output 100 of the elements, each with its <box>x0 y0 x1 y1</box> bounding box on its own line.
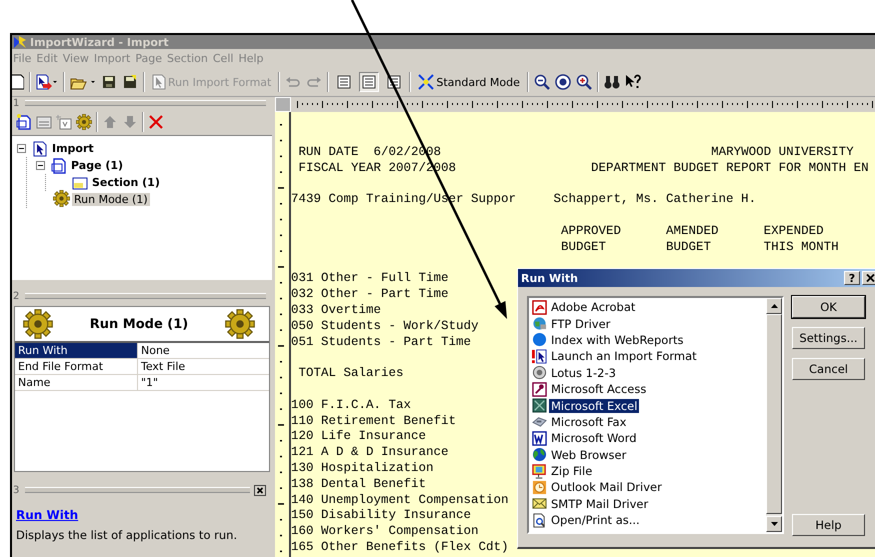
tree-item[interactable]: Import <box>50 142 96 155</box>
property-value[interactable]: "1" <box>138 375 269 390</box>
panel-title: Run Mode (1) <box>90 316 188 332</box>
gear-icon <box>225 309 255 339</box>
report-line: 051 Students - Part Time <box>291 334 472 350</box>
report-text: MARYWOOD UNIVERSITY <box>711 145 854 161</box>
panel-number: 3 <box>13 484 20 496</box>
property-name[interactable]: Run With <box>15 343 138 358</box>
column-heading: BUDGET <box>561 240 606 256</box>
dialog-button[interactable]: Help <box>792 514 865 536</box>
view-button[interactable] <box>359 72 380 92</box>
tree-item[interactable]: Run Mode (1) <box>72 193 150 206</box>
tree-item[interactable]: Section (1) <box>90 176 162 189</box>
report-line: 121 A D & D Insurance <box>291 445 449 461</box>
list-item[interactable]: Web Browser <box>549 448 628 462</box>
report-title: DEPARTMENT BUDGET REPORT FOR MONTH EN <box>591 160 869 177</box>
globe-icon <box>532 447 547 462</box>
dialog-title: Run With <box>521 272 579 284</box>
list-item[interactable]: Index with WebReports <box>549 332 686 347</box>
list-item[interactable]: Adobe Acrobat <box>549 300 638 314</box>
property-value[interactable]: None <box>138 343 269 358</box>
cell-icon[interactable] <box>56 114 72 130</box>
document-arrow-icon <box>32 140 48 156</box>
globe-icon <box>532 316 547 332</box>
gear-icon <box>76 114 92 130</box>
scroll-up-icon[interactable] <box>766 298 782 314</box>
close-icon[interactable] <box>254 484 266 496</box>
dialog-button[interactable]: OK <box>792 296 865 318</box>
report-total: TOTAL Salaries <box>298 366 404 382</box>
import-dropdown-icon[interactable] <box>36 74 58 90</box>
panel-number: 1 <box>13 98 20 108</box>
application-list[interactable] <box>527 296 784 534</box>
property-name[interactable]: Name <box>15 375 138 390</box>
report-line: 110 Retirement Benefit <box>291 414 456 430</box>
report-line: 033 Overtime <box>291 302 382 319</box>
list-item[interactable]: Outlook Mail Driver <box>549 480 664 494</box>
property-name[interactable]: End File Format <box>15 359 138 374</box>
arrows-icon <box>418 74 434 90</box>
document-pointer-icon <box>152 74 166 90</box>
list-item[interactable]: Launch an Import Format <box>549 349 699 364</box>
column-heading: EXPENDED <box>764 224 824 240</box>
delete-icon[interactable] <box>148 114 164 130</box>
list-item[interactable]: Microsoft Fax <box>549 414 628 429</box>
column-heading: APPROVED <box>561 224 622 240</box>
report-line: 165 Other Benefits (Flex Cdt) <box>291 540 509 556</box>
list-item[interactable]: Microsoft Excel <box>549 398 640 413</box>
column-heading: AMENDED <box>666 224 719 240</box>
zoom-actual-icon[interactable] <box>554 74 571 90</box>
collapse-icon[interactable] <box>17 144 26 153</box>
save-icon[interactable] <box>101 74 117 90</box>
list-item[interactable]: Open/Print as... <box>549 513 642 528</box>
dot-icon <box>532 332 547 348</box>
zoom-in-icon[interactable] <box>576 74 592 90</box>
report-text: Schappert, Ms. Catherine H. <box>554 192 756 208</box>
report-line: 140 Unemployment Compensation <box>291 492 509 508</box>
panel-number: 2 <box>13 290 20 302</box>
help-link[interactable]: Run With <box>16 508 268 522</box>
monitor-icon <box>532 464 547 479</box>
save-all-icon[interactable] <box>122 74 138 90</box>
list-item[interactable]: Microsoft Access <box>549 382 648 396</box>
report-line: 050 Students - Work/Study <box>291 318 479 335</box>
report-line: 031 Other - Full Time <box>291 271 449 288</box>
list-item[interactable]: Lotus 1-2-3 <box>549 366 618 380</box>
binoculars-icon[interactable] <box>604 74 620 90</box>
ruler-corner <box>275 97 291 112</box>
close-button[interactable] <box>862 271 875 285</box>
list-item[interactable]: FTP Driver <box>549 316 612 331</box>
magnifier-page-icon <box>532 512 547 528</box>
report-line: 160 Workers' Compensation <box>291 524 479 540</box>
new-document-icon[interactable] <box>12 74 24 90</box>
tree-item[interactable]: Page (1) <box>69 159 126 172</box>
page-icon[interactable] <box>16 114 32 130</box>
scroll-down-icon[interactable] <box>766 516 782 532</box>
spreadsheet-icon <box>532 398 547 414</box>
zoom-out-icon[interactable] <box>534 74 550 90</box>
list-item[interactable]: Zip File <box>549 464 594 478</box>
report-line: 150 Disability Insurance <box>291 508 472 524</box>
dialog-button[interactable]: Settings... <box>792 327 865 349</box>
gear-icon <box>53 190 70 206</box>
help-text: Displays the list of applications to run. <box>16 528 238 542</box>
collapse-icon[interactable] <box>36 161 45 170</box>
clock-icon <box>532 480 547 495</box>
gear-icon <box>23 309 53 339</box>
report-line: 130 Hospitalization <box>291 460 434 477</box>
scrollbar-thumb[interactable] <box>766 314 782 514</box>
dialog-button[interactable]: Cancel <box>792 358 865 380</box>
property-value[interactable]: Text File <box>138 359 269 374</box>
help-button[interactable]: ? <box>844 271 860 285</box>
report-line: 032 Other - Part Time <box>291 287 449 303</box>
envelope-icon <box>532 496 547 512</box>
list-item[interactable]: Microsoft Word <box>549 431 639 446</box>
column-heading: BUDGET <box>666 240 712 256</box>
page-icon <box>51 158 67 174</box>
standard-mode-button[interactable]: Standard Mode <box>416 73 522 91</box>
report-line: 120 Life Insurance <box>291 429 426 446</box>
word-icon <box>532 430 547 446</box>
key-icon <box>532 382 547 397</box>
help-pointer-icon[interactable] <box>624 74 641 90</box>
list-item[interactable]: SMTP Mail Driver <box>549 496 650 511</box>
window-title: ImportWizard - Import <box>30 36 169 48</box>
